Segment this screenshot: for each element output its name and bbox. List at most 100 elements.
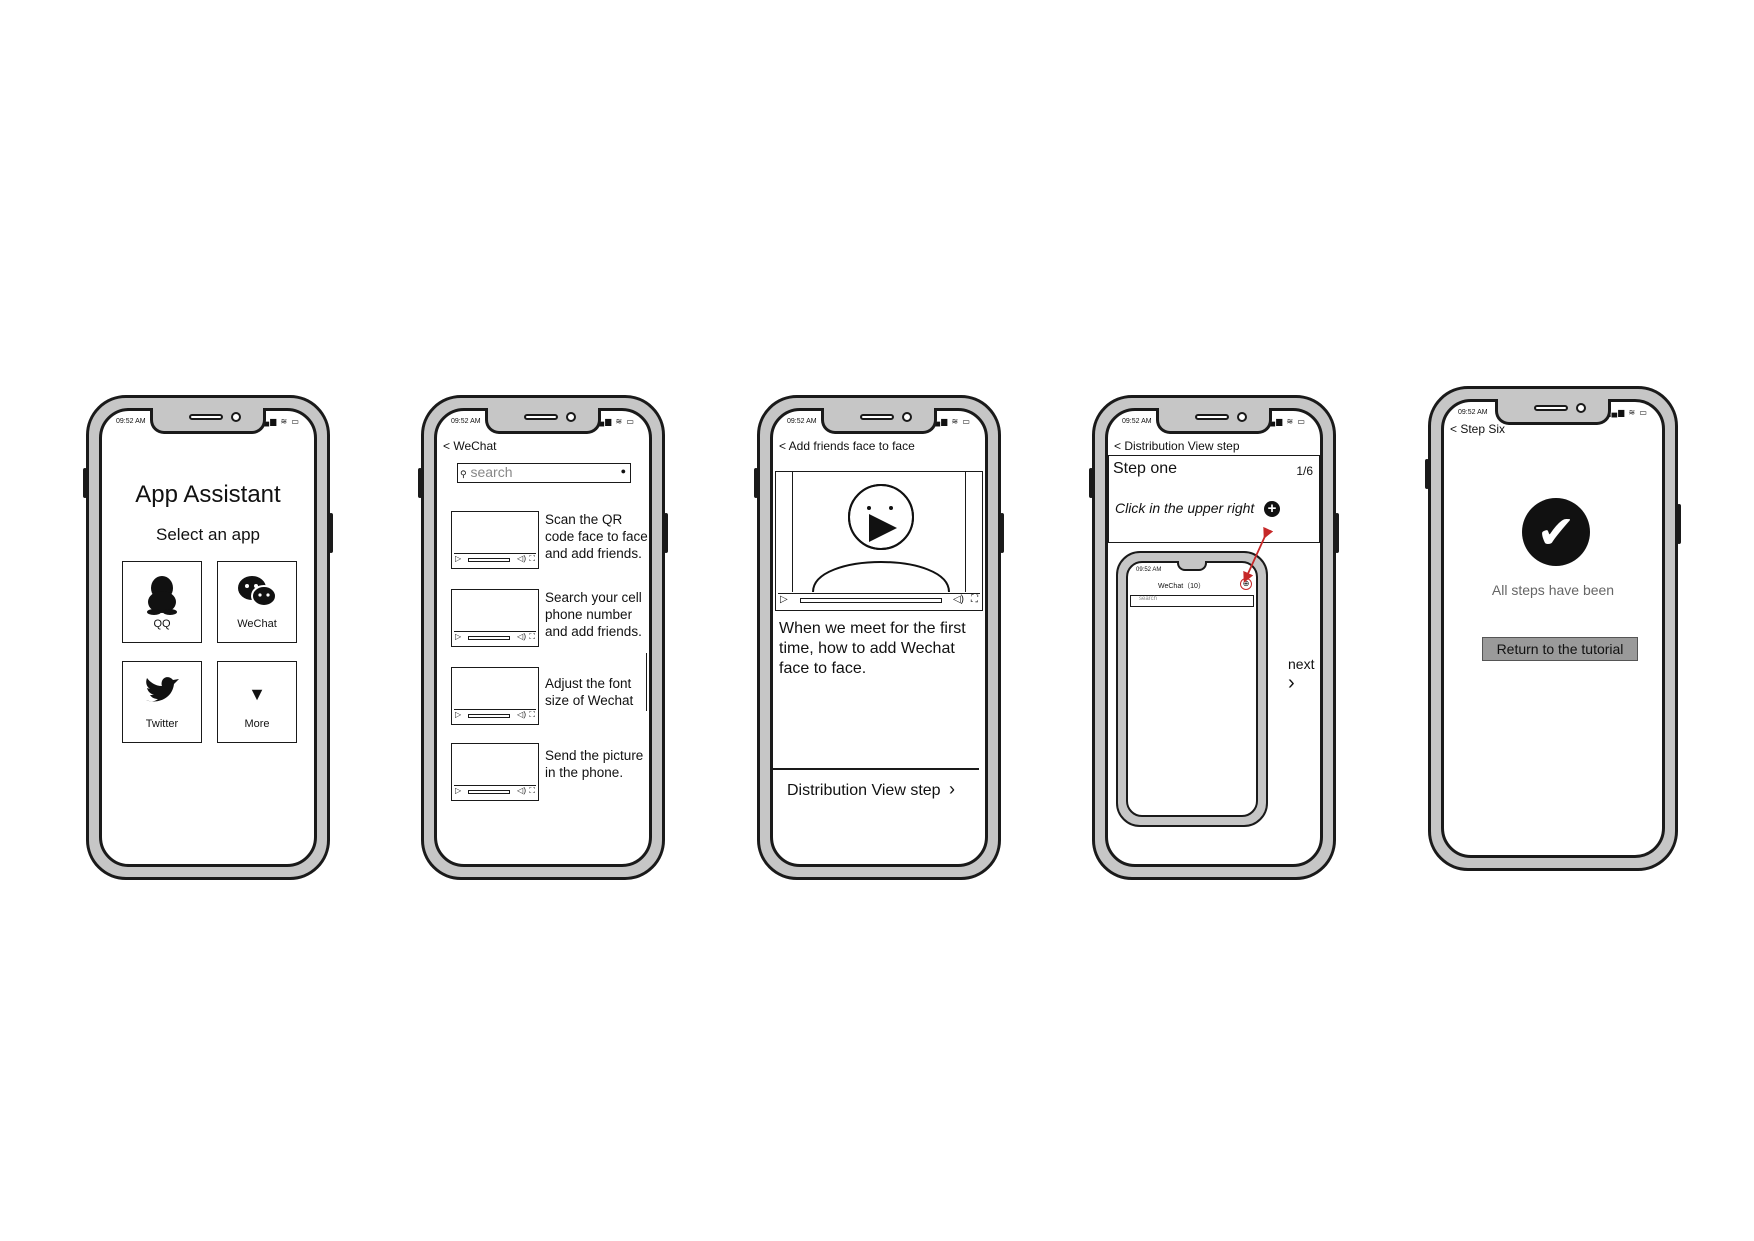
volume-icon: ◁) [517,554,526,563]
video-controls: ▷ ◁) ⛶ [778,593,980,608]
play-icon[interactable]: ▷ [780,594,788,605]
page-title: App Assistant [135,481,281,508]
chevron-right-icon: › [949,779,956,799]
fullscreen-icon: ⛶ [529,786,535,795]
app-label: WeChat [237,618,277,630]
progress-bar[interactable] [468,790,510,794]
play-icon: ▷ [455,710,462,719]
scrollbar[interactable] [645,653,647,711]
page-subtitle: Select an app [156,525,260,544]
fullscreen-icon[interactable]: ⛶ [971,594,978,605]
back-link[interactable]: < Distribution View step [1114,439,1240,453]
step-card: Step one 1/6 Click in the upper right + [1108,455,1320,543]
mini-notch [1177,561,1207,571]
video-controls: ▷ ◁) ⛶ [454,709,536,722]
phone-step-view: 09:52 AM ▂▄▆ ≋ ▭ < Distribution View ste… [1089,395,1339,880]
screen: 09:52 AM ▂▄▆ ≋ ▭ < Distribution View ste… [1105,408,1323,867]
video-controls: ▷ ◁) ⛶ [454,631,536,644]
screen: 09:52 AM ▂▄▆ ≋ ▭ App Assistant Select an… [99,408,317,867]
next-label: next [1288,656,1315,672]
return-to-tutorial-button[interactable]: Return to the tutorial [1482,637,1638,661]
camera-icon [1576,403,1586,413]
notch [150,408,266,434]
pointer-arrow [1243,526,1274,583]
app-tile-twitter[interactable]: Twitter [122,661,202,743]
notch [821,408,937,434]
step-counter: 1/6 [1296,464,1313,478]
divider [773,768,979,770]
side-button [1000,513,1004,553]
video-thumbnail[interactable]: ▷ ◁) ⛶ [451,743,539,801]
completion-message: All steps have been [1491,582,1615,598]
mini-screen: 09:52 AM WeChat（10） ⊕ search [1126,561,1258,817]
video-player[interactable]: ▷ ◁) ⛶ [775,471,983,611]
step-instruction: Click in the upper right [1115,500,1255,516]
notch [1156,408,1272,434]
video-controls: ▷ ◁) ⛶ [454,553,536,566]
speaker [1195,414,1229,420]
next-link[interactable]: next › [1288,656,1320,695]
play-icon: ▷ [455,786,462,795]
plus-circle-icon: + [1264,501,1280,517]
app-tile-wechat[interactable]: WeChat [217,561,297,643]
list-item-text[interactable]: Send the picture in the phone. [545,747,649,781]
notch [1495,399,1611,425]
list-item-text[interactable]: Scan the QR code face to face and add fr… [545,511,649,562]
phone-step-complete: 09:52 AM ▂▄▆ ≋ ▭ < Step Six ✔ All steps … [1425,386,1681,871]
mic-icon: ● [620,466,626,476]
back-link[interactable]: < WeChat [443,439,496,453]
side-button [664,513,668,553]
list-item-text[interactable]: Search your cell phone number and add fr… [545,589,649,640]
progress-bar[interactable] [800,598,942,603]
status-time: 09:52 AM [116,418,146,425]
side-button [754,468,758,498]
side-button [1335,513,1339,553]
video-thumbnail[interactable]: ▷ ◁) ⛶ [451,511,539,569]
video-description: When we meet for the first time, how to … [779,620,966,677]
triangle-down-icon: ▼ [248,684,266,704]
progress-bar[interactable] [468,636,510,640]
video-thumbnail[interactable]: ▷ ◁) ⛶ [451,589,539,647]
back-link[interactable]: < Step Six [1450,422,1505,436]
play-icon: ▷ [455,554,462,563]
app-label: QQ [153,618,171,630]
phone-video-detail: 09:52 AM ▂▄▆ ≋ ▭ < Add friends face to f… [754,395,1004,880]
speaker [1534,405,1568,411]
progress-bar[interactable] [468,558,510,562]
back-link[interactable]: < Add friends face to face [779,439,915,453]
side-button [1425,459,1429,489]
progress-bar[interactable] [468,714,510,718]
volume-icon: ◁) [517,710,526,719]
side-button [329,513,333,553]
distribution-view-step-link[interactable]: Distribution View step › [787,779,955,800]
camera-icon [231,412,241,422]
phone-app-assistant: 09:52 AM ▂▄▆ ≋ ▭ App Assistant Select an… [83,395,333,880]
phone-wechat-list: 09:52 AM ▂▄▆ ≋ ▭ < WeChat ⚲ search ● ▷ ◁… [418,395,668,880]
volume-icon[interactable]: ◁) [953,594,964,605]
app-tile-more[interactable]: ▼ More [217,661,297,743]
link-label: Distribution View step [787,782,941,799]
side-button [83,468,87,498]
search-input[interactable]: ⚲ search ● [457,463,631,483]
chevron-right-icon: › [1288,672,1295,694]
speaker [189,414,223,420]
video-thumbnail[interactable]: ▷ ◁) ⛶ [451,667,539,725]
video-person-illustration [812,484,950,593]
app-label: More [244,718,270,730]
mini-status-time: 09:52 AM [1136,567,1162,573]
camera-icon [566,412,576,422]
list-item-text[interactable]: Adjust the font size of Wechat [545,675,649,709]
speaker [524,414,558,420]
fullscreen-icon: ⛶ [529,710,535,719]
twitter-bird-icon [123,674,201,717]
checkmark-icon: ✔ [1522,498,1590,566]
screen: 09:52 AM ▂▄▆ ≋ ▭ < Add friends face to f… [770,408,988,867]
screen: 09:52 AM ▂▄▆ ≋ ▭ < Step Six ✔ All steps … [1441,399,1665,858]
mini-search-input: search [1130,595,1254,607]
app-tile-qq[interactable]: QQ [122,561,202,643]
video-controls: ▷ ◁) ⛶ [454,785,536,798]
notch [485,408,601,434]
speaker [860,414,894,420]
side-button [1089,468,1093,498]
video-frame [792,472,966,593]
